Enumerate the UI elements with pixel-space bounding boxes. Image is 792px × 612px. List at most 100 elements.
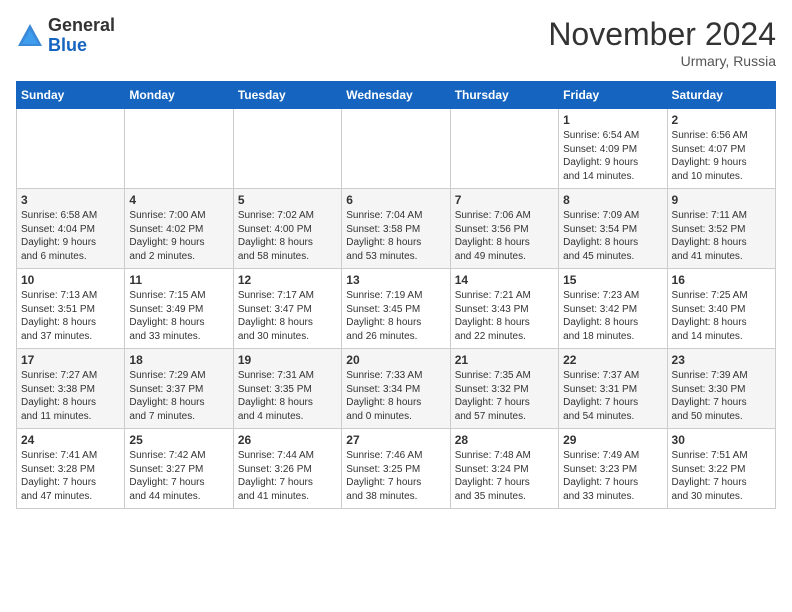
calendar-cell: 25Sunrise: 7:42 AM Sunset: 3:27 PM Dayli… xyxy=(125,429,233,509)
calendar-cell: 3Sunrise: 6:58 AM Sunset: 4:04 PM Daylig… xyxy=(17,189,125,269)
day-info: Sunrise: 7:09 AM Sunset: 3:54 PM Dayligh… xyxy=(563,209,662,263)
day-number: 2 xyxy=(672,113,771,127)
day-number: 30 xyxy=(672,433,771,447)
day-info: Sunrise: 7:37 AM Sunset: 3:31 PM Dayligh… xyxy=(563,369,662,423)
calendar-cell: 1 Sunrise: 6:54 AM Sunset: 4:09 PM Daylig… xyxy=(559,109,667,189)
day-info: Sunrise: 6:56 AM Sunset: 4:07 PM Dayligh… xyxy=(672,129,771,183)
day-info: Sunrise: 7:23 AM Sunset: 3:42 PM Dayligh… xyxy=(563,289,662,343)
day-info: Sunrise: 7:35 AM Sunset: 3:32 PM Dayligh… xyxy=(455,369,554,423)
day-info: Sunrise: 7:48 AM Sunset: 3:24 PM Dayligh… xyxy=(455,449,554,503)
calendar-cell: 5 Sunrise: 7:02 AM Sunset: 4:00 PM Daylig… xyxy=(233,189,341,269)
day-info: Sunrise: 6:58 AM Sunset: 4:04 PM Dayligh… xyxy=(21,209,120,263)
calendar-cell: 11 Sunrise: 7:15 AM Sunset: 3:49 PM Dayli… xyxy=(125,269,233,349)
day-info: Sunrise: 7:04 AM Sunset: 3:58 PM Dayligh… xyxy=(346,209,445,263)
calendar-cell: 27Sunrise: 7:46 AM Sunset: 3:25 PM Dayli… xyxy=(342,429,450,509)
day-number: 12 xyxy=(238,273,337,287)
day-number: 17 xyxy=(21,353,120,367)
calendar-cell xyxy=(342,109,450,189)
calendar-cell: 13 Sunrise: 7:19 AM Sunset: 3:45 PM Dayli… xyxy=(342,269,450,349)
logo-icon xyxy=(16,22,44,50)
week-row-2: 3Sunrise: 6:58 AM Sunset: 4:04 PM Daylig… xyxy=(17,189,776,269)
calendar-cell: 10 Sunrise: 7:13 AM Sunset: 3:51 PM Dayli… xyxy=(17,269,125,349)
weekday-header-friday: Friday xyxy=(559,82,667,109)
day-info: Sunrise: 7:29 AM Sunset: 3:37 PM Dayligh… xyxy=(129,369,228,423)
day-info: Sunrise: 7:41 AM Sunset: 3:28 PM Dayligh… xyxy=(21,449,120,503)
location: Urmary, Russia xyxy=(548,53,776,69)
week-row-3: 10 Sunrise: 7:13 AM Sunset: 3:51 PM Dayli… xyxy=(17,269,776,349)
day-info: Sunrise: 7:44 AM Sunset: 3:26 PM Dayligh… xyxy=(238,449,337,503)
calendar-cell: 29Sunrise: 7:49 AM Sunset: 3:23 PM Dayli… xyxy=(559,429,667,509)
day-number: 6 xyxy=(346,193,445,207)
day-info: Sunrise: 7:42 AM Sunset: 3:27 PM Dayligh… xyxy=(129,449,228,503)
calendar-cell: 28 Sunrise: 7:48 AM Sunset: 3:24 PM Dayli… xyxy=(450,429,558,509)
calendar-cell: 23 Sunrise: 7:39 AM Sunset: 3:30 PM Dayli… xyxy=(667,349,775,429)
day-number: 7 xyxy=(455,193,554,207)
calendar-cell xyxy=(233,109,341,189)
day-info: Sunrise: 7:49 AM Sunset: 3:23 PM Dayligh… xyxy=(563,449,662,503)
page-header: General Blue November 2024 Urmary, Russi… xyxy=(16,16,776,69)
day-info: Sunrise: 7:51 AM Sunset: 3:22 PM Dayligh… xyxy=(672,449,771,503)
day-info: Sunrise: 7:00 AM Sunset: 4:02 PM Dayligh… xyxy=(129,209,228,263)
day-number: 21 xyxy=(455,353,554,367)
day-number: 22 xyxy=(563,353,662,367)
day-info: Sunrise: 7:19 AM Sunset: 3:45 PM Dayligh… xyxy=(346,289,445,343)
weekday-header-row: SundayMondayTuesdayWednesdayThursdayFrid… xyxy=(17,82,776,109)
day-info: Sunrise: 7:21 AM Sunset: 3:43 PM Dayligh… xyxy=(455,289,554,343)
day-number: 1 xyxy=(563,113,662,127)
calendar-table: SundayMondayTuesdayWednesdayThursdayFrid… xyxy=(16,81,776,509)
day-info: Sunrise: 7:46 AM Sunset: 3:25 PM Dayligh… xyxy=(346,449,445,503)
day-number: 24 xyxy=(21,433,120,447)
calendar-cell xyxy=(450,109,558,189)
calendar-cell: 7 Sunrise: 7:06 AM Sunset: 3:56 PM Daylig… xyxy=(450,189,558,269)
calendar-cell: 17 Sunrise: 7:27 AM Sunset: 3:38 PM Dayli… xyxy=(17,349,125,429)
week-row-4: 17 Sunrise: 7:27 AM Sunset: 3:38 PM Dayli… xyxy=(17,349,776,429)
weekday-header-wednesday: Wednesday xyxy=(342,82,450,109)
day-number: 11 xyxy=(129,273,228,287)
day-number: 28 xyxy=(455,433,554,447)
day-info: Sunrise: 7:06 AM Sunset: 3:56 PM Dayligh… xyxy=(455,209,554,263)
week-row-1: 1 Sunrise: 6:54 AM Sunset: 4:09 PM Daylig… xyxy=(17,109,776,189)
day-number: 23 xyxy=(672,353,771,367)
day-number: 26 xyxy=(238,433,337,447)
day-info: Sunrise: 7:39 AM Sunset: 3:30 PM Dayligh… xyxy=(672,369,771,423)
day-number: 4 xyxy=(129,193,228,207)
day-number: 14 xyxy=(455,273,554,287)
day-number: 18 xyxy=(129,353,228,367)
logo-general: General xyxy=(48,16,115,36)
day-info: Sunrise: 6:54 AM Sunset: 4:09 PM Dayligh… xyxy=(563,129,662,183)
weekday-header-saturday: Saturday xyxy=(667,82,775,109)
day-info: Sunrise: 7:13 AM Sunset: 3:51 PM Dayligh… xyxy=(21,289,120,343)
day-number: 9 xyxy=(672,193,771,207)
weekday-header-thursday: Thursday xyxy=(450,82,558,109)
day-info: Sunrise: 7:25 AM Sunset: 3:40 PM Dayligh… xyxy=(672,289,771,343)
day-info: Sunrise: 7:02 AM Sunset: 4:00 PM Dayligh… xyxy=(238,209,337,263)
calendar-cell xyxy=(125,109,233,189)
calendar-cell xyxy=(17,109,125,189)
day-info: Sunrise: 7:27 AM Sunset: 3:38 PM Dayligh… xyxy=(21,369,120,423)
day-info: Sunrise: 7:31 AM Sunset: 3:35 PM Dayligh… xyxy=(238,369,337,423)
month-title: November 2024 xyxy=(548,16,776,53)
calendar-cell: 12 Sunrise: 7:17 AM Sunset: 3:47 PM Dayli… xyxy=(233,269,341,349)
day-number: 10 xyxy=(21,273,120,287)
day-number: 13 xyxy=(346,273,445,287)
title-block: November 2024 Urmary, Russia xyxy=(548,16,776,69)
calendar-cell: 18 Sunrise: 7:29 AM Sunset: 3:37 PM Dayli… xyxy=(125,349,233,429)
logo-blue: Blue xyxy=(48,36,115,56)
calendar-cell: 14 Sunrise: 7:21 AM Sunset: 3:43 PM Dayli… xyxy=(450,269,558,349)
calendar-cell: 20Sunrise: 7:33 AM Sunset: 3:34 PM Dayli… xyxy=(342,349,450,429)
day-number: 5 xyxy=(238,193,337,207)
day-info: Sunrise: 7:33 AM Sunset: 3:34 PM Dayligh… xyxy=(346,369,445,423)
calendar-cell: 6 Sunrise: 7:04 AM Sunset: 3:58 PM Daylig… xyxy=(342,189,450,269)
day-info: Sunrise: 7:17 AM Sunset: 3:47 PM Dayligh… xyxy=(238,289,337,343)
calendar-cell: 2 Sunrise: 6:56 AM Sunset: 4:07 PM Daylig… xyxy=(667,109,775,189)
calendar-cell: 24 Sunrise: 7:41 AM Sunset: 3:28 PM Dayli… xyxy=(17,429,125,509)
calendar-cell: 22 Sunrise: 7:37 AM Sunset: 3:31 PM Dayli… xyxy=(559,349,667,429)
logo-text: General Blue xyxy=(48,16,115,56)
logo: General Blue xyxy=(16,16,115,56)
day-info: Sunrise: 7:15 AM Sunset: 3:49 PM Dayligh… xyxy=(129,289,228,343)
calendar-cell: 21 Sunrise: 7:35 AM Sunset: 3:32 PM Dayli… xyxy=(450,349,558,429)
day-number: 16 xyxy=(672,273,771,287)
week-row-5: 24 Sunrise: 7:41 AM Sunset: 3:28 PM Dayli… xyxy=(17,429,776,509)
weekday-header-monday: Monday xyxy=(125,82,233,109)
calendar-cell: 30 Sunrise: 7:51 AM Sunset: 3:22 PM Dayli… xyxy=(667,429,775,509)
